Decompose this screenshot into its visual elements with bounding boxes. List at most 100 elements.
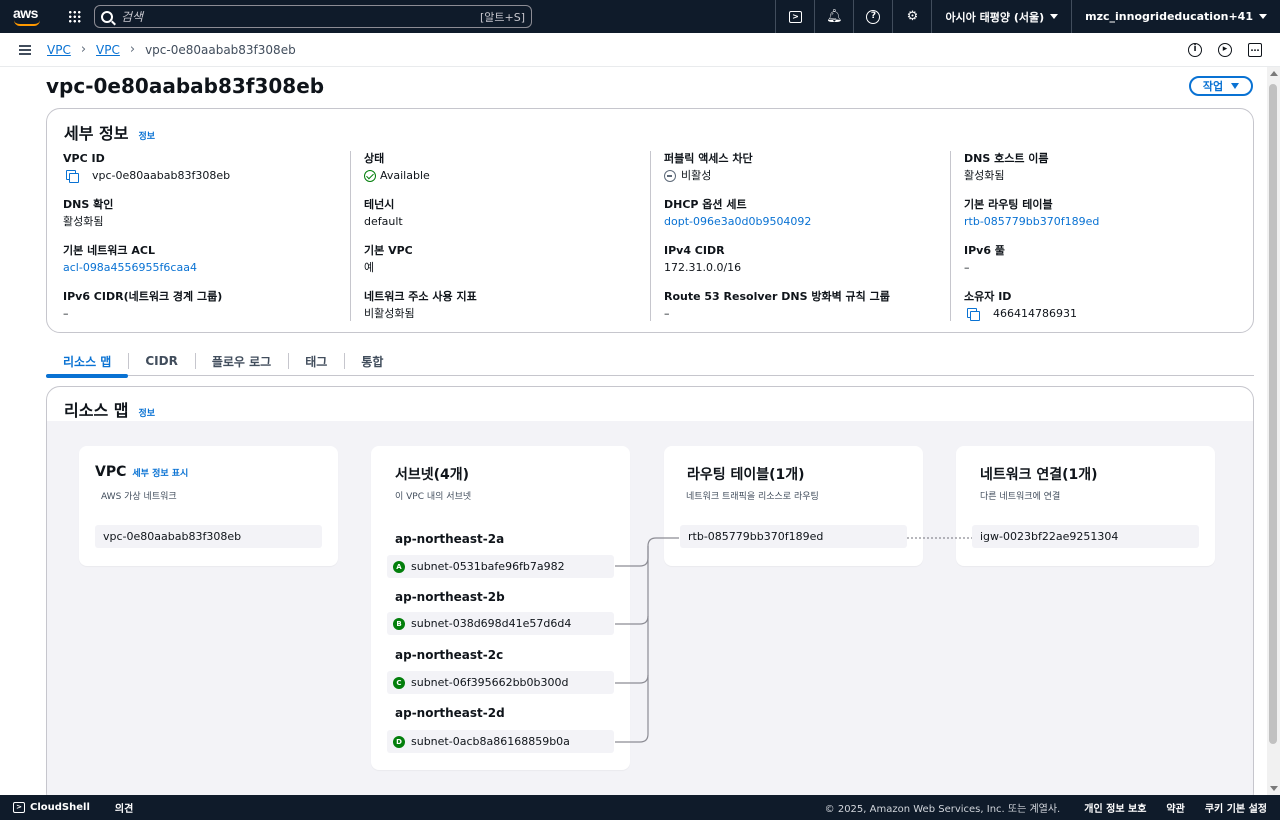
info-icon[interactable]: i xyxy=(1188,43,1202,57)
owner-id-value: 466414786931 xyxy=(993,307,1077,320)
grid-icon xyxy=(67,10,81,23)
scroll-down-icon[interactable] xyxy=(1270,786,1278,791)
dhcp-options-link[interactable]: dopt-096e3a0d0b9504092 xyxy=(664,213,940,231)
notifications-button[interactable]: 🔔︎ xyxy=(814,0,853,33)
details-column-2: 상태 Available 테넌시 default 기본 VPC 예 네트워크 주… xyxy=(350,151,640,321)
default-vpc-value: 예 xyxy=(364,261,375,274)
az-badge-icon: C xyxy=(393,676,405,689)
menu-icon[interactable] xyxy=(19,44,31,55)
field-label: DNS 확인 xyxy=(63,198,114,211)
account-label: mzc_innogrideducation+41 xyxy=(1085,10,1253,23)
az-heading: ap-northeast-2b xyxy=(395,590,505,604)
az-heading: ap-northeast-2c xyxy=(395,648,504,662)
internet-gateway-item[interactable]: igw-0023bf22ae9251304 xyxy=(972,525,1199,548)
network-address-usage-value: 비활성화됨 xyxy=(364,307,415,320)
scroll-up-icon[interactable] xyxy=(1270,71,1278,76)
field-label: 상태 xyxy=(364,152,385,165)
breadcrumb-vpcs[interactable]: VPC xyxy=(96,43,120,57)
search-input[interactable]: 검색 [알트+S] xyxy=(94,5,532,28)
breadcrumb-vpc-console[interactable]: VPC xyxy=(47,43,71,57)
dns-hostnames-value: 활성화됨 xyxy=(964,169,1005,182)
disabled-icon xyxy=(664,170,676,182)
actions-label: 작업 xyxy=(1202,80,1224,93)
cloudshell-footer-button[interactable]: > CloudShell xyxy=(13,802,90,813)
tab-flow-logs[interactable]: 플로우 로그 xyxy=(194,347,288,376)
field-label: DNS 호스트 이름 xyxy=(964,152,1049,165)
scrollbar-thumb[interactable] xyxy=(1269,84,1277,744)
copy-icon[interactable] xyxy=(66,170,79,183)
vpc-node: VPC 세부 정보 표시 AWS 가상 네트워크 vpc-0e80aabab83f… xyxy=(79,446,338,566)
breadcrumb-current: vpc-0e80aabab83f308eb xyxy=(145,42,296,57)
privacy-link[interactable]: 개인 정보 보호 xyxy=(1084,800,1146,815)
status-badge: Available xyxy=(380,169,430,182)
actions-button[interactable]: 작업 xyxy=(1189,76,1253,96)
network-acl-link[interactable]: acl-098a4556955f6caa4 xyxy=(63,259,353,277)
field-label: DHCP 옵션 세트 xyxy=(664,198,747,211)
page-scrollbar[interactable] xyxy=(1267,67,1280,795)
tab-tags[interactable]: 태그 xyxy=(288,347,344,376)
aws-smile-icon xyxy=(14,20,40,26)
network-connections-node-title: 네트워크 연결(1개) xyxy=(980,467,1098,483)
field-label: 테넌시 xyxy=(364,198,395,211)
field-network-address-usage: 네트워크 주소 사용 지표 비활성화됨 xyxy=(364,289,640,335)
field-default-vpc: 기본 VPC 예 xyxy=(364,243,640,289)
field-state: 상태 Available xyxy=(364,151,640,197)
details-column-4: DNS 호스트 이름 활성화됨 기본 라우팅 테이블 rtb-085779bb3… xyxy=(950,151,1240,321)
show-details-link[interactable]: 세부 정보 표시 xyxy=(132,466,188,479)
breadcrumb-bar: VPC › VPC › vpc-0e80aabab83f308eb i ▸ … xyxy=(0,33,1280,67)
tour-icon[interactable]: ▸ xyxy=(1218,43,1232,57)
copy-icon[interactable] xyxy=(967,308,980,321)
block-public-access-value: 비활성 xyxy=(681,169,712,182)
subnets-node: 서브넷(4개) 이 VPC 내의 서브넷 ap-northeast-2a A s… xyxy=(371,446,630,770)
tab-integrations[interactable]: 통합 xyxy=(344,347,400,376)
route-table-item[interactable]: rtb-085779bb370f189ed xyxy=(680,525,907,548)
cookie-preferences-link[interactable]: 쿠키 기본 설정 xyxy=(1205,800,1267,815)
field-dns-resolution: DNS 확인 활성화됨 xyxy=(63,197,353,243)
field-label: 네트워크 주소 사용 지표 xyxy=(364,290,477,303)
feedback-icon[interactable]: … xyxy=(1248,43,1262,57)
subnet-item[interactable]: D subnet-0acb8a86168859b0a xyxy=(387,730,614,753)
bell-icon: 🔔︎ xyxy=(826,9,843,24)
search-shortcut: [알트+S] xyxy=(479,10,525,24)
vpc-item[interactable]: vpc-0e80aabab83f308eb xyxy=(95,525,322,548)
cloudshell-label: CloudShell xyxy=(30,802,90,813)
field-dns-firewall: Route 53 Resolver DNS 방화벽 규칙 그룹 – xyxy=(664,289,940,335)
ipv4-cidr-value: 172.31.0.0/16 xyxy=(664,261,742,274)
chevron-down-icon xyxy=(1050,14,1059,19)
subnet-item[interactable]: A subnet-0531bafe96fb7a982 xyxy=(387,555,614,578)
feedback-link[interactable]: 의견 xyxy=(115,800,133,815)
tab-cidr[interactable]: CIDR xyxy=(128,347,194,376)
resource-map-info-link[interactable]: 정보 xyxy=(138,406,155,419)
field-main-route-table: 기본 라우팅 테이블 rtb-085779bb370f189ed xyxy=(964,197,1240,243)
region-selector[interactable]: 아시아 태평양 (서울) xyxy=(931,0,1071,33)
breadcrumb: VPC › VPC › vpc-0e80aabab83f308eb xyxy=(47,42,296,57)
field-vpc-id: VPC ID vpc-0e80aabab83f308eb xyxy=(63,151,353,197)
vpc-id-value: vpc-0e80aabab83f308eb xyxy=(92,169,231,182)
dns-resolution-value: 활성화됨 xyxy=(63,215,104,228)
subnet-item[interactable]: C subnet-06f395662bb0b300d xyxy=(387,671,614,694)
field-label: Route 53 Resolver DNS 방화벽 규칙 그룹 xyxy=(664,290,890,303)
settings-button[interactable]: ⚙ xyxy=(892,0,931,33)
network-connections-node-subtitle: 다른 네트워크에 연결 xyxy=(980,492,1061,502)
tenancy-value: default xyxy=(364,215,403,228)
region-label: 아시아 태평양 (서울) xyxy=(945,10,1045,24)
az-badge-icon: A xyxy=(393,560,405,573)
terms-link[interactable]: 약관 xyxy=(1166,800,1184,815)
help-button[interactable]: ? xyxy=(853,0,892,33)
chevron-right-icon: › xyxy=(80,42,87,57)
subnet-item[interactable]: B subnet-038d698d41e57d6d4 xyxy=(387,612,614,635)
details-title: 세부 정보 xyxy=(64,124,129,143)
aws-logo[interactable]: aws xyxy=(10,0,50,33)
status-success-icon xyxy=(364,170,376,182)
services-menu-button[interactable] xyxy=(64,0,84,33)
details-info-link[interactable]: 정보 xyxy=(138,129,155,142)
account-menu[interactable]: mzc_innogrideducation+41 xyxy=(1071,0,1280,33)
field-ipv6-cidr: IPv6 CIDR(네트워크 경계 그룹) – xyxy=(63,289,353,335)
tab-resource-map[interactable]: 리소스 맵 xyxy=(46,347,129,378)
cloudshell-button[interactable]: > xyxy=(775,0,814,33)
main-route-table-link[interactable]: rtb-085779bb370f189ed xyxy=(964,213,1240,231)
vpc-node-subtitle: AWS 가상 네트워크 xyxy=(101,492,177,502)
search-placeholder: 검색 xyxy=(121,10,144,24)
cloudshell-icon: > xyxy=(13,802,25,813)
route-tables-node-title: 라우팅 테이블(1개) xyxy=(687,467,805,483)
